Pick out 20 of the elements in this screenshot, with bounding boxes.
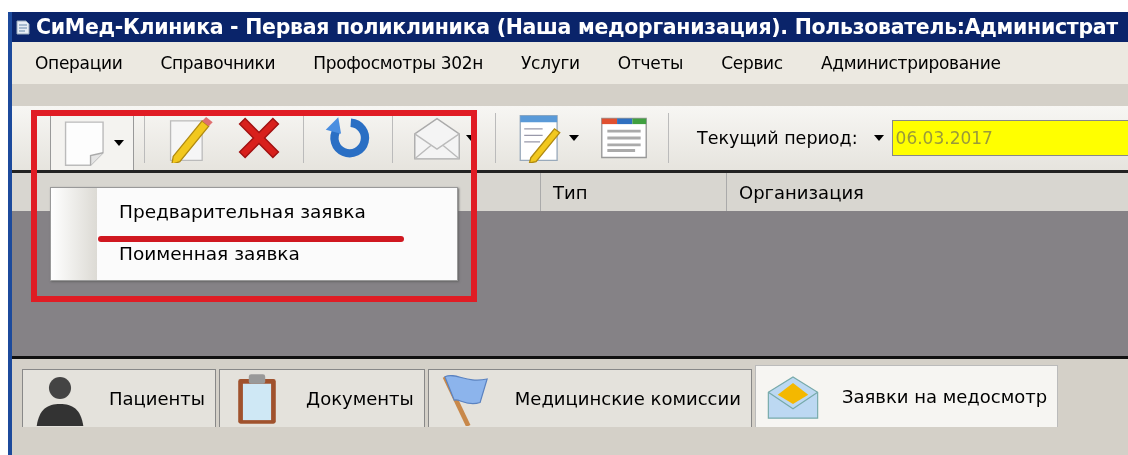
menu-item[interactable]: Администрирование bbox=[801, 53, 1020, 73]
tab[interactable]: Документы bbox=[219, 369, 425, 427]
window-title: СиМед-Клиника - Первая поликлиника (Наша медорганизация). Пользователь:Администрат bbox=[36, 15, 1118, 39]
tab[interactable]: Пациенты bbox=[22, 369, 217, 427]
menu-item[interactable]: Профосмотры 302н bbox=[294, 53, 503, 73]
app-icon bbox=[16, 19, 30, 35]
caret-icon bbox=[114, 139, 124, 146]
menu-item[interactable]: Операции bbox=[16, 53, 142, 73]
menu-item[interactable]: Сервис bbox=[702, 53, 802, 73]
menu-item[interactable]: Услуги bbox=[502, 53, 599, 73]
caret-icon bbox=[569, 135, 579, 141]
caret-icon[interactable] bbox=[873, 135, 884, 141]
menu-item[interactable]: Справочники bbox=[141, 53, 295, 73]
tab[interactable]: Заявки на медосмотр bbox=[754, 365, 1059, 427]
tab[interactable]: Медицинские комиссии bbox=[427, 369, 752, 427]
period-label: Текущий период: bbox=[697, 128, 858, 148]
toolbar-button[interactable] bbox=[50, 114, 134, 170]
menu-item[interactable]: Поименная заявка bbox=[97, 243, 386, 265]
menu-item[interactable]: Отчеты bbox=[598, 53, 703, 73]
menu-item[interactable]: Предварительная заявка bbox=[97, 201, 386, 223]
